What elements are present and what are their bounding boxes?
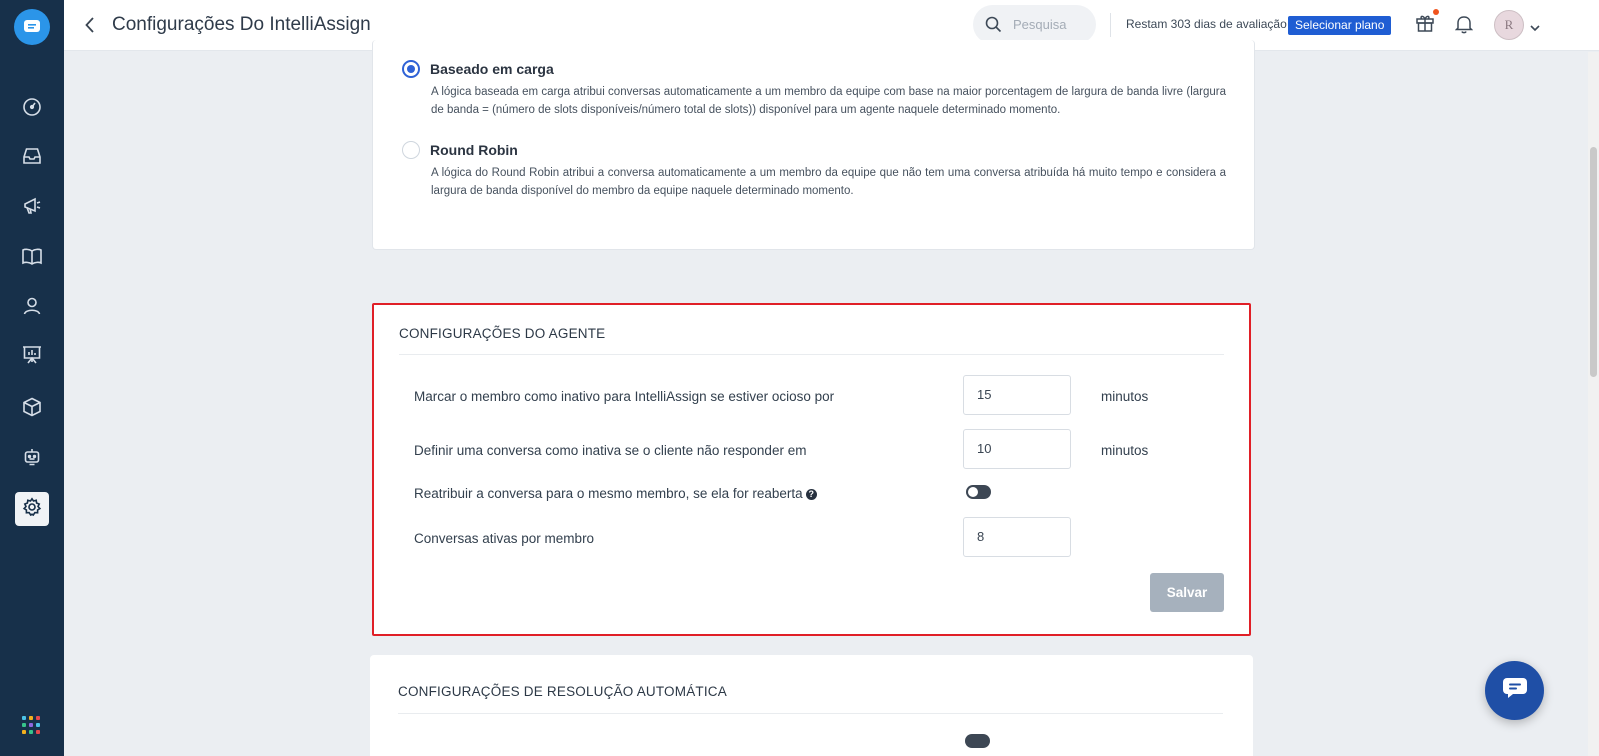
auto-resolution-card: CONFIGURAÇÕES DE RESOLUÇÃO AUTOMÁTICA [370, 655, 1253, 756]
page-scrollbar[interactable] [1588, 52, 1599, 756]
package-icon [22, 397, 42, 422]
sidebar-item-dashboard[interactable] [15, 92, 49, 126]
gift-icon[interactable] [1415, 13, 1435, 38]
section-title-agent-settings: CONFIGURAÇÕES DO AGENTE [399, 326, 606, 341]
sidebar-item-knowledge-base[interactable] [15, 241, 49, 275]
sidebar-item-inbox[interactable] [15, 141, 49, 175]
label-reassign: Reatribuir a conversa para o mesmo membr… [414, 486, 803, 501]
gear-icon [22, 496, 42, 522]
active-conversations-input[interactable]: 8 [963, 517, 1071, 557]
search-box[interactable]: Pesquisa [973, 5, 1096, 44]
sidebar [0, 0, 64, 756]
inactive-member-minutes-input[interactable]: 15 [963, 375, 1071, 415]
option-description-load-based: A lógica baseada em carga atribui conver… [431, 86, 1226, 116]
apps-grid-icon[interactable] [22, 716, 40, 734]
radio-round-robin[interactable] [402, 141, 420, 159]
presentation-chart-icon [22, 345, 42, 370]
inactive-conversation-minutes-input[interactable]: 10 [963, 429, 1071, 469]
label-inactive-member: Marcar o membro como inativo para Intell… [414, 389, 835, 404]
avatar[interactable]: R [1494, 10, 1524, 40]
option-description-round-robin: A lógica do Round Robin atribui a conver… [431, 167, 1226, 197]
book-icon [21, 247, 43, 270]
label-active-conversations: Conversas ativas por membro [414, 531, 595, 546]
chevron-left-icon [85, 17, 94, 33]
assignment-logic-card: Baseado em carga A lógica baseada em car… [372, 40, 1255, 250]
trial-status: Restam 303 dias de avaliação [1126, 17, 1287, 31]
sidebar-item-campaigns[interactable] [15, 191, 49, 225]
chat-bubble-icon [1502, 677, 1528, 704]
label-inactive-conversation: Definir uma conversa como inativa se o c… [414, 443, 807, 458]
sidebar-item-contacts[interactable] [15, 291, 49, 325]
reassign-toggle[interactable] [966, 485, 991, 499]
search-input[interactable]: Pesquisa [1013, 17, 1066, 32]
divider [398, 713, 1223, 714]
sidebar-item-integrations[interactable] [15, 392, 49, 426]
divider [399, 354, 1224, 355]
inbox-icon [22, 147, 42, 170]
user-icon [22, 296, 42, 321]
back-button[interactable] [80, 14, 100, 36]
option-title-load-based: Baseado em carga [430, 61, 554, 77]
help-icon[interactable]: ? [805, 488, 817, 500]
agent-settings-card: CONFIGURAÇÕES DO AGENTE Marcar o membro … [372, 303, 1251, 636]
sidebar-item-bots[interactable] [15, 442, 49, 476]
header-divider [1110, 13, 1111, 37]
page-title: Configurações Do IntelliAssign [112, 14, 371, 35]
megaphone-icon [22, 196, 42, 221]
auto-resolution-toggle[interactable] [965, 734, 990, 748]
chat-widget-button[interactable] [1485, 661, 1544, 720]
sidebar-item-settings[interactable] [15, 492, 49, 526]
section-title-auto-resolution: CONFIGURAÇÕES DE RESOLUÇÃO AUTOMÁTICA [398, 684, 727, 699]
notification-dot [1433, 9, 1439, 15]
reassign-row: Reatribuir a conversa para o mesmo membr… [414, 486, 817, 501]
option-title-round-robin: Round Robin [430, 142, 518, 158]
unit-minutes: minutos [1101, 389, 1149, 404]
search-icon [985, 16, 1002, 38]
select-plan-button[interactable]: Selecionar plano [1288, 16, 1392, 35]
bell-icon[interactable] [1454, 14, 1474, 39]
bot-icon [22, 447, 42, 472]
chevron-down-icon[interactable] [1530, 19, 1540, 37]
sidebar-item-reports[interactable] [15, 340, 49, 374]
unit-minutes: minutos [1101, 443, 1149, 458]
logo-chat-icon[interactable] [14, 9, 50, 45]
dashboard-icon [22, 97, 42, 122]
radio-load-based[interactable] [402, 60, 420, 78]
save-button[interactable]: Salvar [1150, 573, 1224, 612]
scrollbar-thumb[interactable] [1590, 147, 1597, 377]
